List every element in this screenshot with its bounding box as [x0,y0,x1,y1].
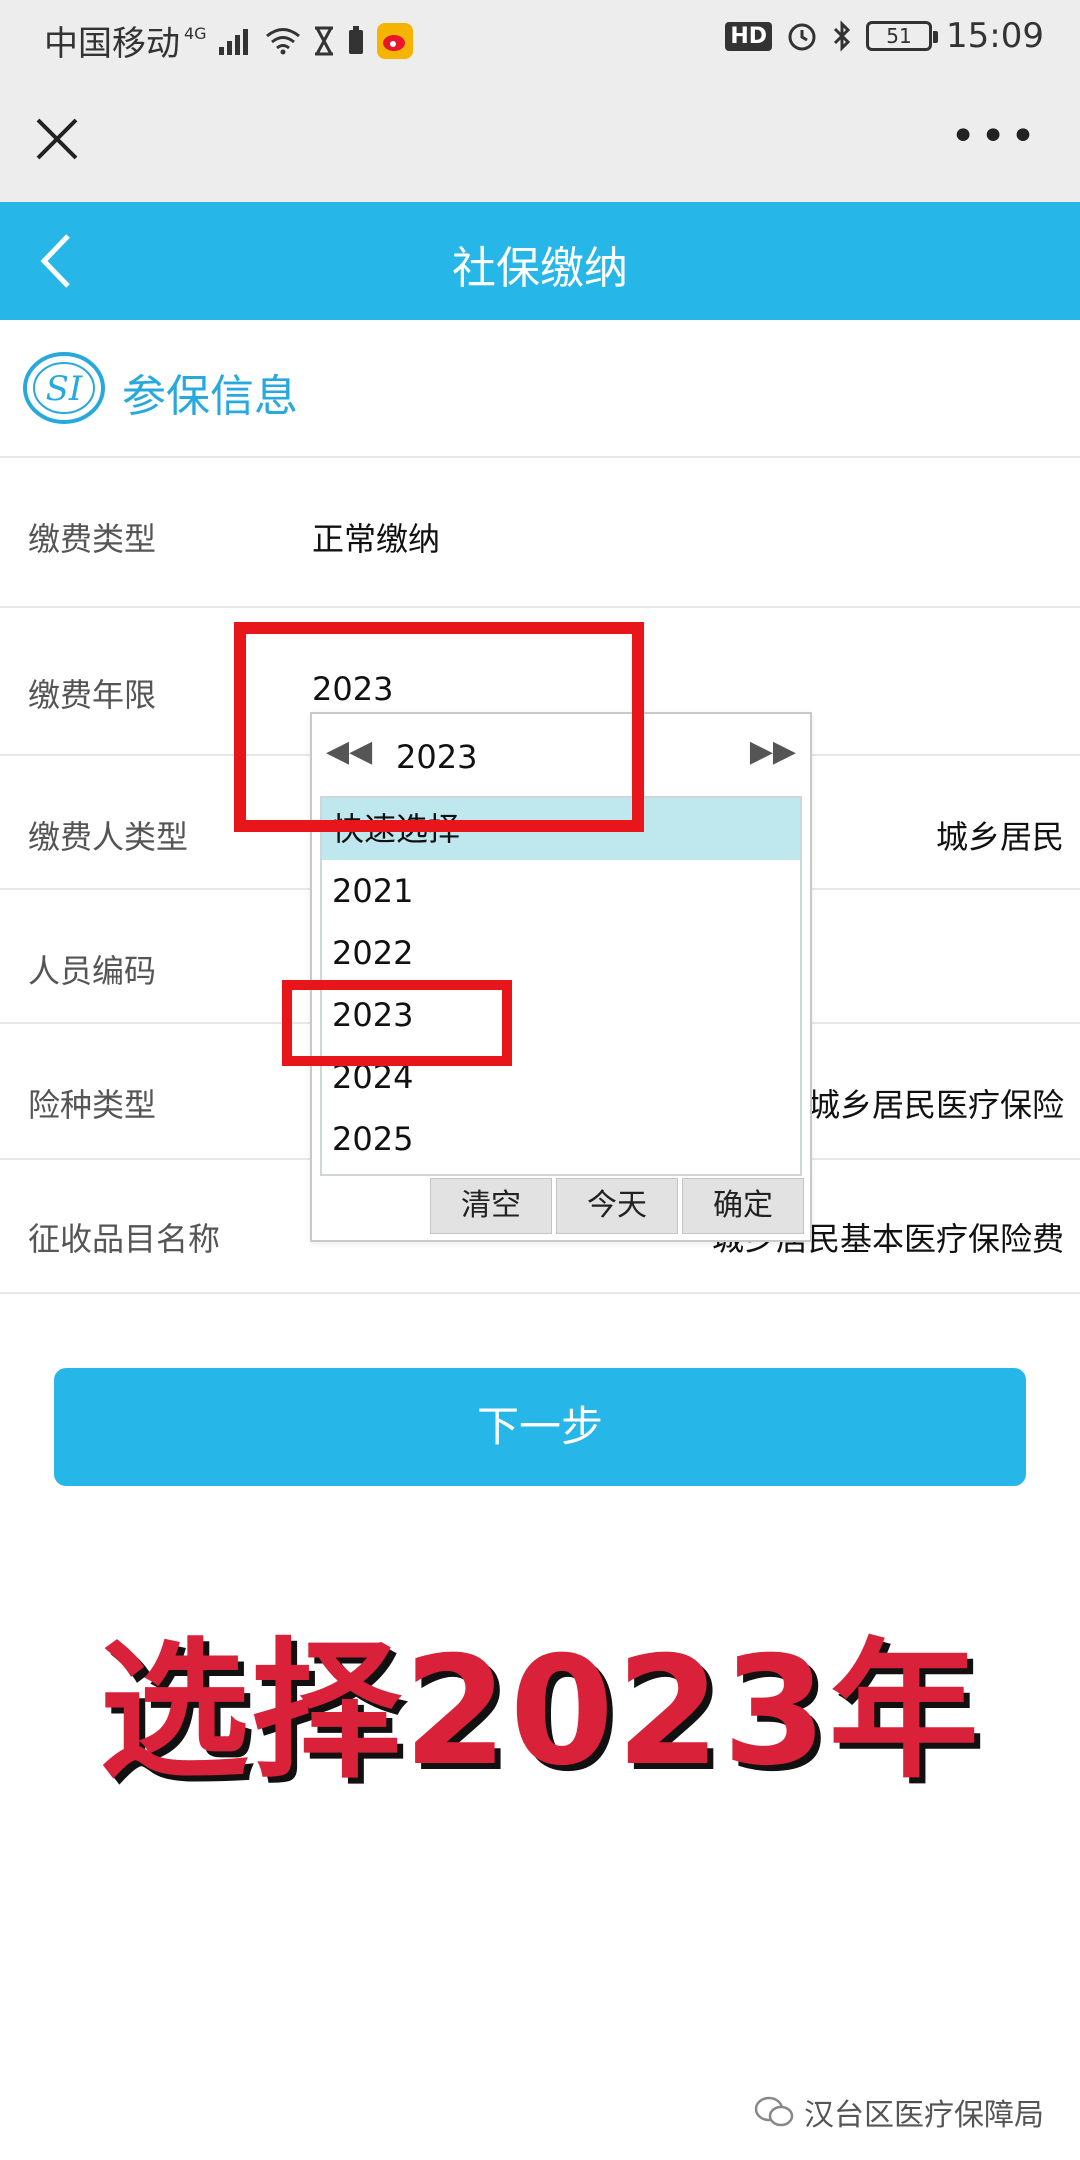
si-logo-icon: SI [23,352,105,424]
bluetooth-icon [833,20,851,52]
carrier-label: 中国移动 [44,24,180,64]
form-row-payment-type: 缴费类型 正常缴纳 [0,458,1080,608]
si-logo-text: SI [46,369,83,409]
field-label: 人员编码 [28,952,157,990]
next-year-icon[interactable]: ▶▶ [750,734,796,769]
battery-small-icon [348,25,363,54]
field-value: 城乡居民医疗保险 [807,1086,1064,1124]
alarm-icon [788,23,816,51]
battery-indicator: 51 [866,21,939,51]
close-icon[interactable] [30,112,84,166]
page-title: 社保缴纳 [452,243,628,294]
hourglass-icon [314,26,333,55]
wechat-title-bar: ••• [0,76,1080,202]
field-label: 缴费类型 [28,520,157,558]
hd-badge: HD [725,21,773,51]
status-bar: 中国移动 4G HD 51 15:09 [0,0,1080,76]
watermark-text: 汉台区医疗保障局 [804,2098,1044,2133]
weibo-icon [376,22,413,59]
field-value: 城乡居民 [935,818,1064,856]
wechat-icon [754,2096,794,2127]
year-option[interactable]: 2022 [322,922,800,984]
clear-button[interactable]: 清空 [430,1178,552,1234]
field-label: 缴费年限 [28,676,157,714]
battery-level: 51 [886,24,912,48]
section-heading: SI 参保信息 [0,320,1080,458]
instruction-caption: 选择2023年 [99,1625,981,1799]
annotation-box-year-field [234,622,644,832]
clock: 15:09 [946,16,1044,56]
section-title: 参保信息 [122,371,298,422]
year-option[interactable]: 2025 [322,1108,800,1170]
picker-buttons: 清空 今天 确定 [430,1178,804,1234]
field-label: 征收品目名称 [28,1220,221,1258]
field-label: 险种类型 [28,1086,157,1124]
watermark: 汉台区医疗保障局 [754,2090,1044,2134]
signal-icon [218,28,248,55]
field-value[interactable]: 正常缴纳 [312,514,440,560]
network-type: 4G [184,24,207,43]
today-button[interactable]: 今天 [556,1178,678,1234]
next-step-button[interactable]: 下一步 [54,1368,1026,1486]
wifi-icon [265,27,300,54]
year-option[interactable]: 2021 [322,860,800,922]
annotation-box-2023-option [282,980,512,1066]
confirm-button[interactable]: 确定 [682,1178,804,1234]
page-header: 社保缴纳 [0,202,1080,320]
more-icon[interactable]: ••• [950,115,1040,159]
field-label: 缴费人类型 [28,818,189,856]
